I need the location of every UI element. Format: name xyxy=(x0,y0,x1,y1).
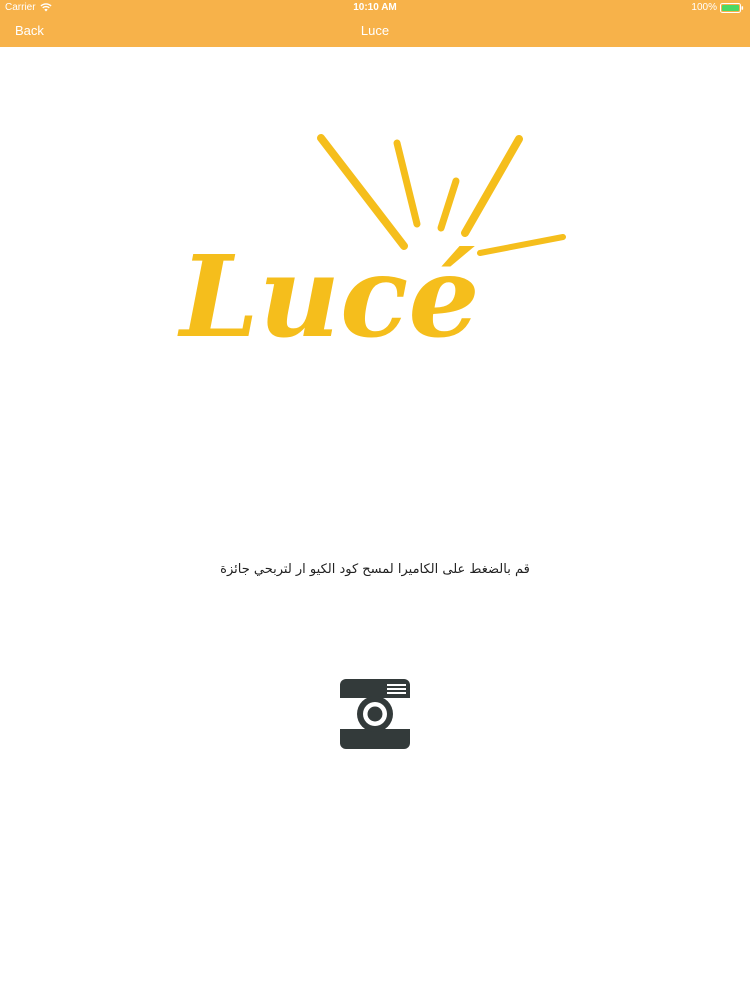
status-bar: Carrier 10:10 AM 100% xyxy=(0,0,750,16)
logo-ray xyxy=(477,234,566,256)
camera-icon[interactable] xyxy=(339,678,411,750)
top-bar: Carrier 10:10 AM 100% Back Luce xyxy=(0,0,750,47)
logo-ray xyxy=(393,139,421,228)
logo-ray xyxy=(461,135,523,237)
luce-logo: Lucé xyxy=(177,134,566,358)
battery-percent: 100% xyxy=(691,2,717,13)
status-time: 10:10 AM xyxy=(353,2,397,13)
nav-title: Luce xyxy=(360,23,390,38)
navigation-bar: Back Luce xyxy=(0,16,750,47)
battery-icon xyxy=(720,2,744,13)
logo-ray xyxy=(317,134,408,250)
logo-ray xyxy=(437,177,460,232)
battery-group: 100% xyxy=(691,2,744,13)
instruction-text: قم بالضغط على الكاميرا لمسح كود الكيو ار… xyxy=(220,562,530,577)
logo-text: Lucé xyxy=(177,232,480,358)
